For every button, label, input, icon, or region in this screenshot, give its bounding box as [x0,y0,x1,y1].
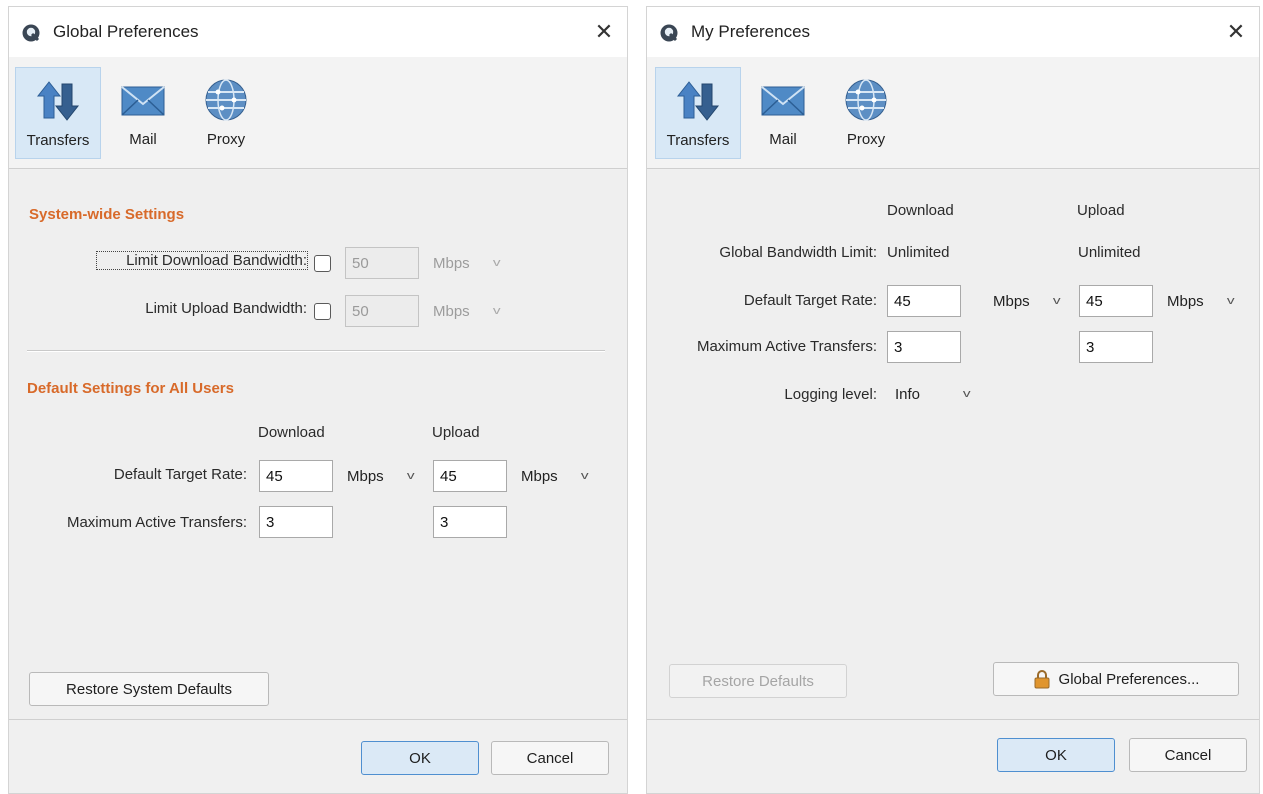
select-value: Mbps [1167,292,1204,310]
tab-mail[interactable]: Mail [753,67,813,159]
limit-upload-unit-select[interactable]: Mbps v [425,295,507,327]
max-active-upload-field[interactable] [433,506,507,538]
chevron-down-icon: v [1226,295,1235,307]
tab-proxy[interactable]: Proxy [829,67,903,159]
global-preferences-dialog: Global Preferences ✕ Transfers Mail Prox… [8,6,628,794]
limit-download-unit-select[interactable]: Mbps v [425,247,507,279]
proxy-globe-icon [845,79,887,121]
ok-button[interactable]: OK [997,738,1115,772]
target-rate-download-unit-select[interactable]: Mbps v [339,460,421,492]
global-preferences-button-label: Global Preferences... [1058,670,1200,688]
transfers-arrows-icon [676,81,720,121]
app-logo-icon [22,24,40,42]
select-value: Mbps [433,302,470,320]
default-target-rate-label: Default Target Rate: [743,292,877,309]
max-active-transfers-label: Maximum Active Transfers: [66,514,247,531]
target-rate-download-field[interactable] [259,460,333,492]
mail-envelope-icon [121,86,165,116]
tab-label: Transfers [666,132,730,149]
tab-transfers[interactable]: Transfers [655,67,741,159]
proxy-globe-icon [205,79,247,121]
title-bar: My Preferences ✕ [647,7,1259,57]
limit-upload-field[interactable] [345,295,419,327]
download-column-header: Download [887,202,954,219]
transfers-arrows-icon [36,81,80,121]
max-active-transfers-label: Maximum Active Transfers: [696,338,877,355]
window-title: My Preferences [691,22,811,41]
target-rate-upload-field[interactable] [433,460,507,492]
limit-upload-label: Limit Upload Bandwidth: [145,300,307,317]
chevron-down-icon: v [1052,295,1061,307]
default-settings-heading: Default Settings for All Users [27,380,234,397]
transfers-panel: System-wide Settings Limit Download Band… [9,170,627,719]
cancel-button[interactable]: Cancel [1129,738,1247,772]
target-rate-upload-unit-select[interactable]: Mbps v [1159,285,1241,317]
chevron-down-icon: v [492,257,501,269]
tab-mail[interactable]: Mail [113,67,173,159]
select-value: Mbps [347,467,384,485]
tab-proxy[interactable]: Proxy [189,67,263,159]
select-value: Mbps [521,467,558,485]
select-value: Info [895,385,921,403]
ok-button[interactable]: OK [361,741,479,775]
target-rate-upload-field[interactable] [1079,285,1153,317]
limit-upload-checkbox[interactable] [314,303,331,320]
max-active-upload-field[interactable] [1079,331,1153,363]
mail-envelope-icon [761,86,805,116]
logging-level-label: Logging level: [784,386,877,403]
app-logo-icon [660,24,678,42]
default-target-rate-label: Default Target Rate: [113,466,247,483]
chevron-down-icon: v [406,470,415,482]
target-rate-upload-unit-select[interactable]: Mbps v [513,460,595,492]
select-value: Mbps [433,254,470,272]
dialog-footer: OK Cancel [9,719,627,793]
window-title: Global Preferences [53,22,199,41]
my-preferences-dialog: My Preferences ✕ Transfers Mail Proxy Do… [646,6,1260,794]
max-active-download-field[interactable] [259,506,333,538]
select-value: Mbps [993,292,1030,310]
logging-level-select[interactable]: Info v [887,378,977,410]
upload-column-header: Upload [432,424,480,441]
bandwidth-download-value: Unlimited [887,244,950,261]
bandwidth-upload-value: Unlimited [1078,244,1141,261]
tab-label: Transfers [26,132,90,149]
target-rate-download-unit-select[interactable]: Mbps v [985,285,1067,317]
tab-transfers[interactable]: Transfers [15,67,101,159]
limit-download-field[interactable] [345,247,419,279]
tab-label: Proxy [206,131,246,148]
tab-label: Proxy [846,131,886,148]
close-button[interactable]: ✕ [587,15,621,49]
tab-label: Mail [129,131,157,148]
separator [27,350,605,352]
lock-icon [1034,670,1050,689]
global-bandwidth-limit-label: Global Bandwidth Limit: [719,244,877,261]
chevron-down-icon: v [962,388,971,400]
transfers-panel: Download Upload Global Bandwidth Limit: … [647,170,1259,719]
download-column-header: Download [258,424,325,441]
upload-column-header: Upload [1077,202,1125,219]
preferences-toolbar: Transfers Mail Proxy [647,57,1259,169]
target-rate-download-field[interactable] [887,285,961,317]
restore-system-defaults-button[interactable]: Restore System Defaults [29,672,269,706]
tab-label: Mail [769,131,797,148]
max-active-download-field[interactable] [887,331,961,363]
close-button[interactable]: ✕ [1219,15,1253,49]
chevron-down-icon: v [492,305,501,317]
global-preferences-button[interactable]: Global Preferences... [993,662,1239,696]
dialog-footer: OK Cancel [647,719,1259,793]
restore-defaults-button[interactable]: Restore Defaults [669,664,847,698]
limit-download-label: Limit Download Bandwidth: [96,251,308,270]
cancel-button[interactable]: Cancel [491,741,609,775]
limit-download-checkbox[interactable] [314,255,331,272]
system-wide-settings-heading: System-wide Settings [29,206,185,223]
preferences-toolbar: Transfers Mail Proxy [9,57,627,169]
title-bar: Global Preferences ✕ [9,7,627,57]
chevron-down-icon: v [580,470,589,482]
